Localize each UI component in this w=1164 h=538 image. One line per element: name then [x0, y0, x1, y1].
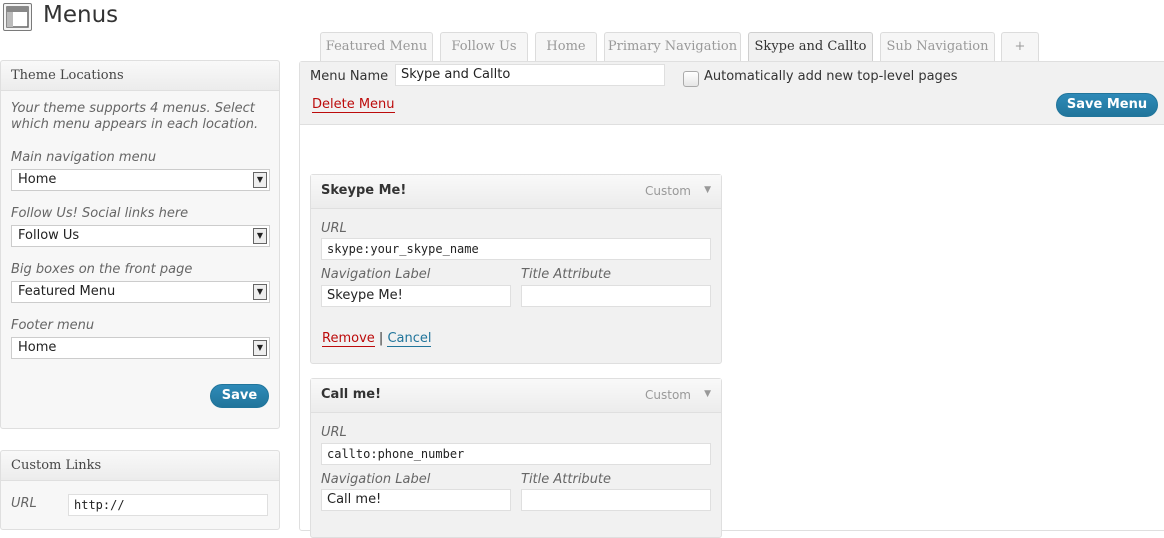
custom-links-panel: Custom Links URL http://	[0, 450, 280, 530]
dropdown-arrow-icon[interactable]: ▼	[253, 172, 267, 188]
expand-arrow-icon[interactable]: ▼	[704, 389, 711, 399]
tab-featured-menu[interactable]: Featured Menu	[320, 32, 433, 61]
tab-primary-navigation[interactable]: Primary Navigation	[604, 32, 741, 61]
navigation-label-input[interactable]: Skeype Me!	[321, 285, 511, 307]
page-title: Menus	[43, 2, 119, 28]
custom-links-title: Custom Links	[1, 451, 279, 481]
menu-item-callto: Call me! Custom ▼ URL callto:phone_numbe…	[310, 378, 722, 538]
title-attribute-input[interactable]	[521, 489, 711, 511]
tab-skype-and-callto[interactable]: Skype and Callto	[748, 32, 873, 62]
remove-link[interactable]: Remove	[322, 331, 375, 347]
auto-add-label: Automatically add new top-level pages	[704, 69, 958, 84]
title-attribute-input[interactable]	[521, 285, 711, 307]
location-label-main-nav: Main navigation menu	[11, 150, 157, 165]
location-select-footer[interactable]: Home ▼	[11, 337, 270, 359]
title-attribute-label: Title Attribute	[521, 472, 612, 487]
menu-name-label: Menu Name	[310, 69, 389, 84]
menu-item-skype: Skeype Me! Custom ▼ URL skype:your_skype…	[310, 174, 722, 364]
location-select-value: Follow Us	[18, 228, 80, 243]
menu-item-title: Call me!	[321, 387, 382, 402]
delete-menu-wrap: Delete Menu	[312, 97, 395, 113]
location-label-big-boxes: Big boxes on the front page	[11, 262, 193, 277]
cancel-link[interactable]: Cancel	[387, 331, 432, 347]
item-actions: Remove | Cancel	[322, 331, 432, 347]
tab-add-menu[interactable]: +	[1001, 32, 1039, 61]
theme-locations-title: Theme Locations	[1, 61, 279, 91]
dropdown-arrow-icon[interactable]: ▼	[253, 228, 267, 244]
tab-sub-navigation[interactable]: Sub Navigation	[880, 32, 995, 61]
tab-follow-us[interactable]: Follow Us	[440, 32, 528, 61]
url-input[interactable]: callto:phone_number	[321, 443, 711, 465]
menu-name-input[interactable]: Skype and Callto	[395, 64, 665, 86]
location-select-big-boxes[interactable]: Featured Menu ▼	[11, 281, 270, 303]
url-label: URL	[321, 425, 347, 440]
location-select-follow-us[interactable]: Follow Us ▼	[11, 225, 270, 247]
dropdown-arrow-icon[interactable]: ▼	[253, 340, 267, 356]
menus-icon	[3, 3, 32, 31]
title-attribute-label: Title Attribute	[521, 267, 612, 282]
url-input[interactable]: skype:your_skype_name	[321, 238, 711, 260]
url-label: URL	[321, 221, 347, 236]
menu-item-type: Custom	[645, 388, 691, 402]
location-select-value: Featured Menu	[18, 284, 116, 299]
save-menu-button[interactable]: Save Menu	[1056, 93, 1158, 117]
theme-locations-description: Your theme supports 4 menus. Select whic…	[11, 101, 259, 132]
menu-item-title: Skeype Me!	[321, 183, 407, 198]
expand-arrow-icon[interactable]: ▼	[704, 185, 711, 195]
page-header: Menus	[0, 0, 400, 34]
dropdown-arrow-icon[interactable]: ▼	[253, 284, 267, 300]
tab-home[interactable]: Home	[535, 32, 597, 61]
theme-locations-panel: Theme Locations Your theme supports 4 me…	[0, 60, 280, 429]
navigation-label-input[interactable]: Call me!	[321, 489, 511, 511]
menu-item-type: Custom	[645, 184, 691, 198]
save-locations-button[interactable]: Save	[210, 384, 269, 408]
location-select-value: Home	[18, 172, 57, 187]
delete-menu-link[interactable]: Delete Menu	[312, 97, 395, 113]
custom-link-url-label: URL	[11, 496, 37, 511]
navigation-label-label: Navigation Label	[321, 267, 431, 282]
action-separator: |	[378, 331, 384, 346]
menu-item-header[interactable]: Skeype Me! Custom ▼	[311, 175, 721, 209]
auto-add-checkbox[interactable]	[683, 71, 699, 87]
menu-editor: Menu Name Skype and Callto Automatically…	[299, 61, 1164, 538]
custom-link-url-input[interactable]: http://	[68, 494, 268, 516]
location-label-follow-us: Follow Us! Social links here	[11, 206, 189, 221]
menu-editor-header: Menu Name Skype and Callto Automatically…	[300, 62, 1164, 125]
location-label-footer: Footer menu	[11, 318, 95, 333]
menu-item-header[interactable]: Call me! Custom ▼	[311, 379, 721, 413]
location-select-value: Home	[18, 340, 57, 355]
navigation-label-label: Navigation Label	[321, 472, 431, 487]
location-select-main-nav[interactable]: Home ▼	[11, 169, 270, 191]
